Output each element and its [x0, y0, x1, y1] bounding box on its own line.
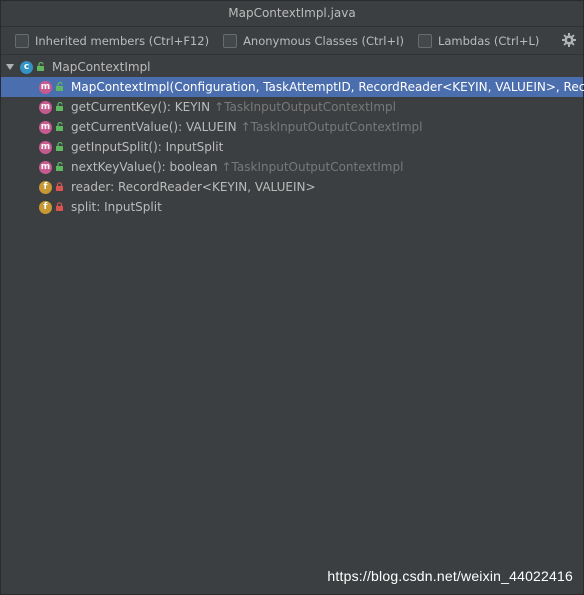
method-icon: m [39, 100, 52, 114]
method-icon: m [39, 80, 52, 94]
lambdas-label: Lambdas (Ctrl+L) [437, 33, 540, 48]
public-visibility-icon [37, 62, 44, 71]
private-lock-icon [56, 182, 63, 191]
inherited-members-checkbox[interactable] [15, 33, 29, 48]
method-icon: m [39, 120, 52, 134]
tree-method-item[interactable]: m getCurrentKey(): KEYIN ↑TaskInputOutputC… [1, 97, 583, 117]
tree-method-item[interactable]: m nextKeyValue(): boolean ↑TaskInputOutput… [1, 157, 583, 177]
tree-item-label: getCurrentValue(): VALUEIN [71, 120, 237, 134]
public-visibility-icon [56, 82, 63, 91]
inherited-from-hint: ↑TaskInputOutputContextImpl [221, 160, 404, 174]
inherited-from-hint: ↑TaskInputOutputContextImpl [240, 120, 423, 134]
tree-item-label: getCurrentKey(): KEYIN [71, 100, 211, 114]
anonymous-classes-checkbox[interactable] [223, 33, 238, 48]
public-visibility-icon [56, 162, 63, 171]
watermark: https://blog.csdn.net/weixin_44022416 [327, 568, 573, 584]
method-icon: m [39, 160, 52, 174]
tree-item-label: getInputSplit(): InputSplit [71, 140, 224, 154]
lambdas-checkbox[interactable] [417, 33, 432, 48]
anonymous-classes-label: Anonymous Classes (Ctrl+I) [243, 33, 404, 48]
tree-root-class[interactable]: c MapContextImpl [1, 57, 583, 77]
anonymous-classes-option[interactable]: Anonymous Classes (Ctrl+I) [223, 33, 404, 48]
private-lock-icon [56, 202, 63, 211]
tree-method-item[interactable]: m MapContextImpl(Configuration, TaskAttem… [1, 77, 584, 97]
root-class-label: MapContextImpl [52, 60, 151, 74]
public-visibility-icon [56, 122, 63, 131]
file-structure-popup: MapContextImpl.java Inherited members (C… [0, 0, 584, 595]
inherited-members-option[interactable]: Inherited members (Ctrl+F12) [15, 33, 210, 48]
tree-item-label: nextKeyValue(): boolean [71, 160, 218, 174]
filter-toolbar: Inherited members (Ctrl+F12) Anonymous C… [1, 27, 583, 55]
inherited-from-hint: ↑TaskInputOutputContextImpl [214, 100, 396, 114]
lambdas-option[interactable]: Lambdas (Ctrl+L) [417, 33, 540, 48]
tree-item-label: reader: RecordReader<KEYIN, VALUEIN> [71, 180, 316, 194]
method-icon: m [39, 140, 52, 154]
public-visibility-icon [56, 102, 63, 111]
field-icon: f [39, 200, 52, 214]
tree-item-label: split: InputSplit [71, 200, 162, 214]
tree-method-item[interactable]: m getCurrentValue(): VALUEIN ↑TaskInputOut… [1, 117, 583, 137]
tree-field-item[interactable]: f reader: RecordReader<KEYIN, VALUEIN> [1, 177, 583, 197]
gear-icon[interactable] [561, 32, 577, 48]
field-icon: f [39, 180, 52, 194]
tree-item-label: MapContextImpl(Configuration, TaskAttemp… [71, 80, 584, 94]
inherited-members-label: Inherited members (Ctrl+F12) [35, 33, 210, 48]
class-icon: c [20, 60, 33, 74]
tree-field-item[interactable]: f split: InputSplit [1, 197, 583, 217]
tree-method-item[interactable]: m getInputSplit(): InputSplit [1, 137, 583, 157]
public-visibility-icon [56, 142, 63, 151]
popup-title: MapContextImpl.java [1, 1, 583, 27]
structure-tree: c MapContextImpl m MapContextImpl(Configu… [1, 55, 584, 217]
expand-triangle-icon[interactable] [5, 62, 15, 72]
